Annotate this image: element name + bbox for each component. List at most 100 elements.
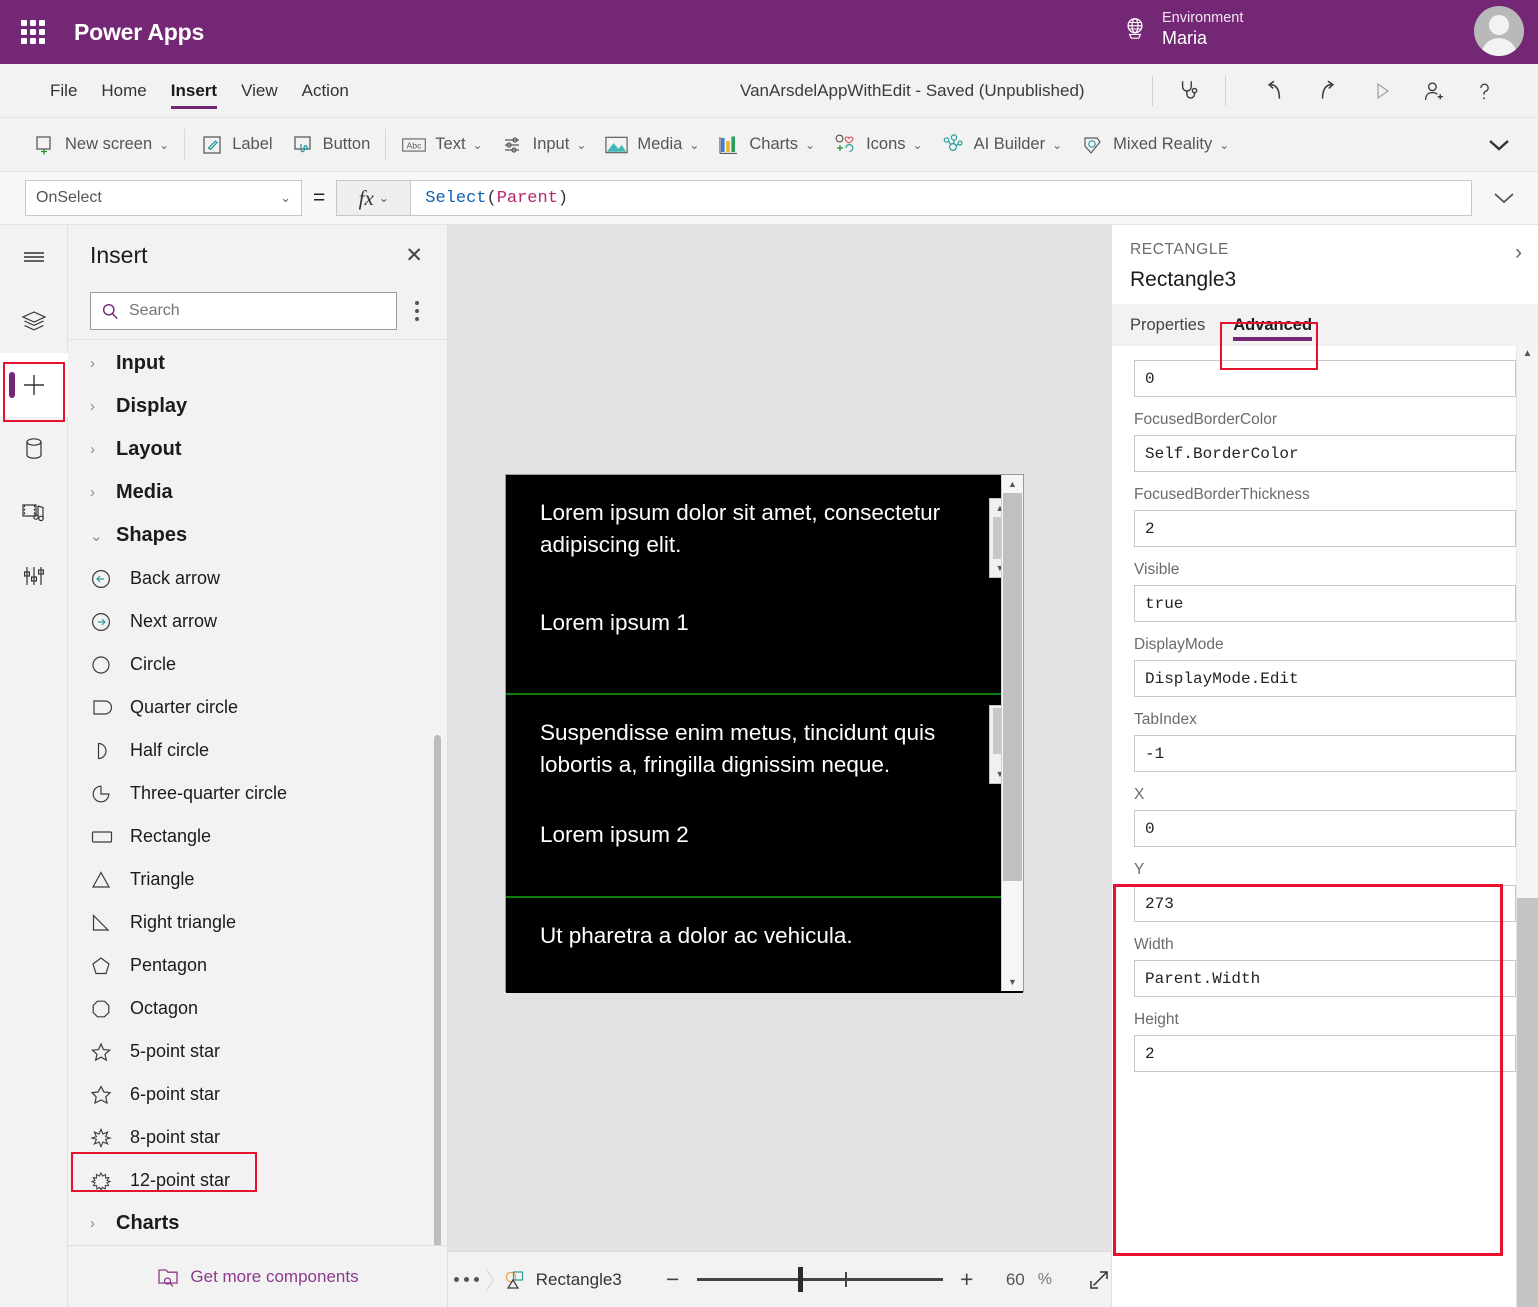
field-value-y[interactable]: 273 xyxy=(1134,885,1516,922)
gallery-item-1-subtitle: Lorem ipsum 1 xyxy=(506,561,1023,639)
field-value-height[interactable]: 2 xyxy=(1134,1035,1516,1072)
ribbon-icons[interactable]: Icons ⌄ xyxy=(824,124,932,166)
gallery-item-3[interactable]: Ut pharetra a dolor ac vehicula. xyxy=(506,898,1023,993)
ribbon-button[interactable]: Button xyxy=(282,124,380,166)
shape-triangle[interactable]: Triangle xyxy=(68,858,447,901)
shape-quarter-circle[interactable]: Quarter circle xyxy=(68,686,447,729)
ribbon-text-label: Text xyxy=(435,135,465,154)
share-icon[interactable] xyxy=(1418,75,1450,107)
properties-scrollbar[interactable]: ▲ xyxy=(1516,346,1538,1307)
ribbon-new-screen[interactable]: New screen ⌄ xyxy=(24,124,178,166)
ribbon-overflow-chevron-down-icon[interactable] xyxy=(1486,137,1512,153)
gallery-item-2[interactable]: Suspendisse enim metus, tincidunt quis l… xyxy=(506,695,1023,896)
hamburger-menu-icon[interactable] xyxy=(0,225,68,289)
environment-selector[interactable]: Environment Maria xyxy=(1122,9,1243,50)
scroll-thumb[interactable] xyxy=(1003,493,1022,881)
shape-5-point-star[interactable]: 5-point star xyxy=(68,1030,447,1073)
group-input[interactable]: › Input xyxy=(68,342,447,385)
field-value-width[interactable]: Parent.Width xyxy=(1134,960,1516,997)
back-arrow-icon xyxy=(90,568,130,590)
group-media[interactable]: › Media xyxy=(68,471,447,514)
user-avatar-icon[interactable] xyxy=(1474,6,1524,56)
field-value-focusedbordercolor[interactable]: Self.BorderColor xyxy=(1134,435,1516,472)
property-select[interactable]: OnSelect ⌄ xyxy=(25,180,302,216)
gallery-item-2-text: Suspendisse enim metus, tincidunt quis l… xyxy=(506,695,1023,781)
formula-expand-chevron-down-icon[interactable] xyxy=(1482,190,1526,206)
field-value-x[interactable]: 0 xyxy=(1134,810,1516,847)
ribbon-mixed-reality[interactable]: Mixed Reality ⌄ xyxy=(1071,124,1238,166)
field-value-displaymode[interactable]: DisplayMode.Edit xyxy=(1134,660,1516,697)
menu-item-action[interactable]: Action xyxy=(290,64,361,118)
gallery-item-1[interactable]: Lorem ipsum dolor sit amet, consectetur … xyxy=(506,475,1023,693)
fit-to-screen-icon[interactable] xyxy=(1087,1268,1111,1292)
zoom-out-minus-icon[interactable]: − xyxy=(662,1268,684,1291)
field-value-0[interactable]: 0 xyxy=(1134,360,1516,397)
scroll-thumb[interactable] xyxy=(1517,898,1538,1307)
ribbon-input[interactable]: Input ⌄ xyxy=(492,124,596,166)
selected-control-breadcrumb[interactable]: Rectangle3 xyxy=(503,1269,622,1291)
menu-item-file[interactable]: File xyxy=(38,64,89,118)
menu-item-insert[interactable]: Insert xyxy=(159,64,229,118)
close-icon[interactable]: ✕ xyxy=(399,241,429,270)
field-value-tabindex[interactable]: -1 xyxy=(1134,735,1516,772)
menu-item-view[interactable]: View xyxy=(229,64,290,118)
tab-properties[interactable]: Properties xyxy=(1130,304,1219,346)
search-input[interactable] xyxy=(90,292,397,330)
group-charts[interactable]: › Charts xyxy=(68,1202,447,1245)
shape-rectangle[interactable]: Rectangle xyxy=(68,815,447,858)
tab-advanced[interactable]: Advanced xyxy=(1219,304,1326,346)
insert-list-scrollbar[interactable] xyxy=(434,735,441,1245)
shape-8-point-star[interactable]: 8-point star xyxy=(68,1116,447,1159)
shape-right-triangle[interactable]: Right triangle xyxy=(68,901,447,944)
insert-component-list: › Input › Display › Layout › Media ⌄ Sha… xyxy=(68,340,447,1245)
group-shapes[interactable]: ⌄ Shapes xyxy=(68,514,447,557)
ribbon-label[interactable]: Label xyxy=(191,124,281,166)
redo-icon[interactable] xyxy=(1312,75,1344,107)
ribbon-text[interactable]: Abc Text ⌄ xyxy=(392,124,491,166)
data-sources-icon[interactable] xyxy=(0,417,68,481)
scroll-up-icon[interactable]: ▲ xyxy=(1002,475,1023,493)
app-screen-preview[interactable]: Lorem ipsum dolor sit amet, consectetur … xyxy=(505,474,1024,992)
search-field[interactable] xyxy=(129,302,386,320)
formula-input[interactable]: Select(Parent) xyxy=(410,180,1472,216)
gallery-scrollbar[interactable]: ▲ ▼ xyxy=(1001,475,1023,991)
scroll-down-icon[interactable]: ▼ xyxy=(1002,973,1023,991)
zoom-slider-handle[interactable] xyxy=(798,1267,803,1292)
insert-plus-icon[interactable] xyxy=(0,353,68,417)
field-value-visible[interactable]: true xyxy=(1134,585,1516,622)
tree-view-icon[interactable] xyxy=(0,289,68,353)
get-more-components-button[interactable]: Get more components xyxy=(68,1245,447,1307)
shape-half-circle[interactable]: Half circle xyxy=(68,729,447,772)
media-library-icon[interactable] xyxy=(0,481,68,545)
undo-icon[interactable] xyxy=(1258,75,1290,107)
chevron-right-icon[interactable]: › xyxy=(1515,241,1522,265)
group-layout[interactable]: › Layout xyxy=(68,428,447,471)
app-checker-icon[interactable] xyxy=(1172,75,1204,107)
advanced-tools-icon[interactable] xyxy=(0,545,68,609)
shape-circle[interactable]: Circle xyxy=(68,643,447,686)
shape-next-arrow[interactable]: Next arrow xyxy=(68,600,447,643)
fx-button[interactable]: fx ⌄ xyxy=(336,180,410,216)
help-icon[interactable] xyxy=(1468,75,1500,107)
shape-octagon[interactable]: Octagon xyxy=(68,987,447,1030)
ribbon-media[interactable]: Media ⌄ xyxy=(595,124,708,166)
scroll-up-icon[interactable]: ▲ xyxy=(1517,348,1538,359)
shape-back-arrow[interactable]: Back arrow xyxy=(68,557,447,600)
menu-item-home[interactable]: Home xyxy=(89,64,158,118)
ribbon-charts[interactable]: Charts ⌄ xyxy=(708,124,824,166)
group-display[interactable]: › Display xyxy=(68,385,447,428)
shape-pentagon[interactable]: Pentagon xyxy=(68,944,447,987)
shape-three-quarter-circle[interactable]: Three-quarter circle xyxy=(68,772,447,815)
shape-12-point-star[interactable]: 12-point star xyxy=(68,1159,447,1202)
more-options-icon[interactable] xyxy=(397,301,437,321)
field-value-focusedborderthickness[interactable]: 2 xyxy=(1134,510,1516,547)
zoom-in-plus-icon[interactable]: + xyxy=(956,1268,978,1291)
ribbon-ai-builder[interactable]: AI Builder ⌄ xyxy=(932,124,1072,166)
app-canvas[interactable]: Lorem ipsum dolor sit amet, consectetur … xyxy=(448,225,1111,1251)
more-options-icon[interactable] xyxy=(448,1277,485,1282)
zoom-slider[interactable] xyxy=(697,1270,943,1290)
play-preview-icon[interactable] xyxy=(1366,75,1398,107)
shape-6-point-star[interactable]: 6-point star xyxy=(68,1073,447,1116)
ribbon-media-label: Media xyxy=(637,135,682,154)
app-launcher-icon[interactable] xyxy=(18,17,48,47)
